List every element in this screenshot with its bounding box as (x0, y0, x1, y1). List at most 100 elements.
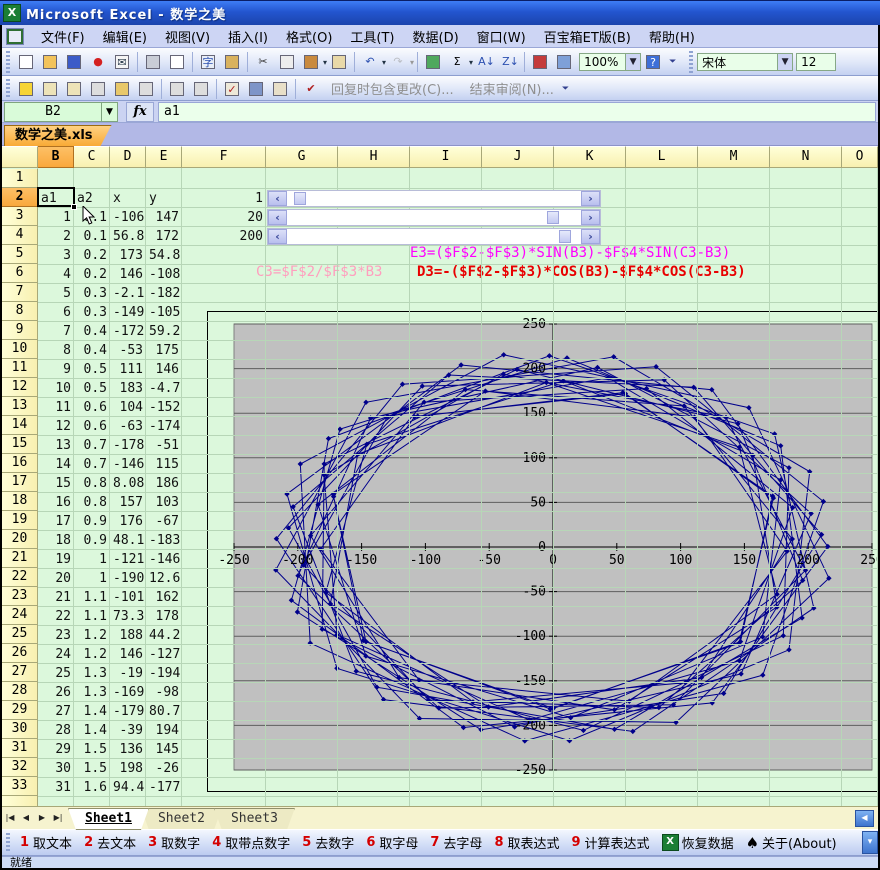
cell[interactable]: 17 (38, 512, 74, 531)
cell[interactable]: 186 (146, 474, 182, 493)
row-header-8[interactable]: 8 (2, 302, 38, 321)
cell[interactable]: 200 (182, 227, 266, 246)
cell[interactable]: 0.7 (74, 436, 110, 455)
cell[interactable]: 1.1 (74, 588, 110, 607)
menu-item-4[interactable]: 格式(O) (277, 25, 341, 48)
cell[interactable]: -190 (110, 569, 146, 588)
prev-sheet-icon[interactable]: ◀ (18, 809, 34, 827)
cell[interactable]: 24 (38, 645, 74, 664)
autosum-icon[interactable]: Σ (446, 51, 468, 73)
insert-function-button[interactable]: fx (126, 102, 154, 122)
send-mail-icon[interactable] (269, 78, 291, 100)
menu-item-3[interactable]: 插入(I) (219, 25, 277, 48)
cell[interactable]: 0.7 (74, 455, 110, 474)
cell[interactable]: 0.5 (74, 360, 110, 379)
scrollbar-control-2[interactable]: ‹› (267, 209, 601, 226)
cell[interactable]: 0.9 (74, 531, 110, 550)
new-document-icon[interactable] (15, 51, 37, 73)
scrollbar-left-arrow-icon[interactable]: ‹ (268, 210, 287, 225)
sort-ascending-icon[interactable]: A↓ (474, 51, 496, 73)
cell[interactable]: 26 (38, 683, 74, 702)
cell[interactable]: 48.1 (110, 531, 146, 550)
cell[interactable]: 162 (146, 588, 182, 607)
cell[interactable]: 0.8 (74, 474, 110, 493)
row-header-31[interactable]: 31 (2, 739, 38, 758)
row-header-30[interactable]: 30 (2, 720, 38, 739)
toolbar-options-icon[interactable]: ⏷ (562, 84, 574, 94)
row-header-4[interactable]: 4 (2, 226, 38, 245)
permission-icon[interactable]: ● (87, 51, 109, 73)
cell[interactable]: 54.8 (146, 246, 182, 265)
custom-tool-11[interactable]: ♠关于(About) (746, 833, 837, 852)
cell[interactable]: 2 (38, 227, 74, 246)
cell[interactable]: -67 (146, 512, 182, 531)
column-header-H[interactable]: H (338, 146, 410, 168)
menu-item-8[interactable]: 百宝箱ET版(B) (535, 25, 640, 48)
column-header-L[interactable]: L (626, 146, 698, 168)
cell[interactable]: 27 (38, 702, 74, 721)
cell[interactable]: -194 (146, 664, 182, 683)
cell[interactable]: 1.4 (74, 702, 110, 721)
cell[interactable]: 12 (38, 417, 74, 436)
toolbar-grip[interactable] (6, 79, 10, 99)
column-header-F[interactable]: F (182, 146, 266, 168)
cell[interactable]: -179 (110, 702, 146, 721)
scrollbar-right-arrow-icon[interactable]: › (581, 229, 600, 244)
cell[interactable]: 136 (110, 740, 146, 759)
scrollbar-thumb[interactable] (547, 211, 559, 224)
scrollbar-thumb[interactable] (559, 230, 571, 243)
scrollbar-right-arrow-icon[interactable]: › (581, 210, 600, 225)
cell[interactable]: -105 (146, 303, 182, 322)
redo-icon[interactable]: ↷ (387, 51, 409, 73)
undo-review-icon[interactable] (190, 78, 212, 100)
cell[interactable]: 22 (38, 607, 74, 626)
cell[interactable]: -53 (110, 341, 146, 360)
cell[interactable]: 198 (110, 759, 146, 778)
row-header-15[interactable]: 15 (2, 435, 38, 454)
cell[interactable]: -127 (146, 645, 182, 664)
scrollbar-thumb[interactable] (294, 192, 306, 205)
spelling-icon[interactable]: 字 (197, 51, 219, 73)
cell[interactable]: -149 (110, 303, 146, 322)
cell[interactable]: -121 (110, 550, 146, 569)
scrollbar-control-3[interactable]: ‹› (267, 228, 601, 245)
cell[interactable]: -98 (146, 683, 182, 702)
column-header-E[interactable]: E (146, 146, 182, 168)
sort-descending-icon[interactable]: Z↓ (498, 51, 520, 73)
print-preview-icon[interactable] (166, 51, 188, 73)
next-sheet-icon[interactable]: ▶ (34, 809, 50, 827)
cell[interactable]: 175 (146, 341, 182, 360)
row-header-9[interactable]: 9 (2, 321, 38, 340)
cell[interactable]: 172 (146, 227, 182, 246)
column-header-D[interactable]: D (110, 146, 146, 168)
edit-comment-icon[interactable] (87, 78, 109, 100)
cell[interactable]: 25 (38, 664, 74, 683)
new-comment-icon[interactable] (15, 78, 37, 100)
custom-tool-2[interactable]: 2去文本 (84, 833, 136, 852)
row-header-32[interactable]: 32 (2, 758, 38, 777)
cell[interactable]: 20 (182, 208, 266, 227)
save-version-icon[interactable] (245, 78, 267, 100)
paste-icon[interactable] (300, 51, 322, 73)
cell[interactable]: 14 (38, 455, 74, 474)
cell[interactable]: 20 (38, 569, 74, 588)
chart-wizard-icon[interactable] (529, 51, 551, 73)
toolbar-options-icon[interactable]: ⏷ (669, 57, 681, 67)
cell[interactable]: 0.3 (74, 303, 110, 322)
row-header-12[interactable]: 12 (2, 378, 38, 397)
cell[interactable]: 10 (38, 379, 74, 398)
cell[interactable]: -152 (146, 398, 182, 417)
cell[interactable]: 0.4 (74, 322, 110, 341)
spirograph-chart[interactable]: -250-200-150-100-50050100150200250250200… (207, 311, 878, 792)
research-icon[interactable] (221, 51, 243, 73)
menu-item-2[interactable]: 视图(V) (156, 25, 219, 48)
cell[interactable]: 11 (38, 398, 74, 417)
column-header-B[interactable]: B (38, 146, 74, 168)
cell[interactable]: 0.1 (74, 227, 110, 246)
cell[interactable]: -4.7 (146, 379, 182, 398)
cell[interactable]: -177 (146, 778, 182, 797)
toolbar-options-icon[interactable]: ▾ (862, 831, 878, 854)
cell[interactable]: 103 (146, 493, 182, 512)
select-all-corner[interactable] (2, 146, 38, 168)
cell[interactable]: 1.2 (74, 645, 110, 664)
